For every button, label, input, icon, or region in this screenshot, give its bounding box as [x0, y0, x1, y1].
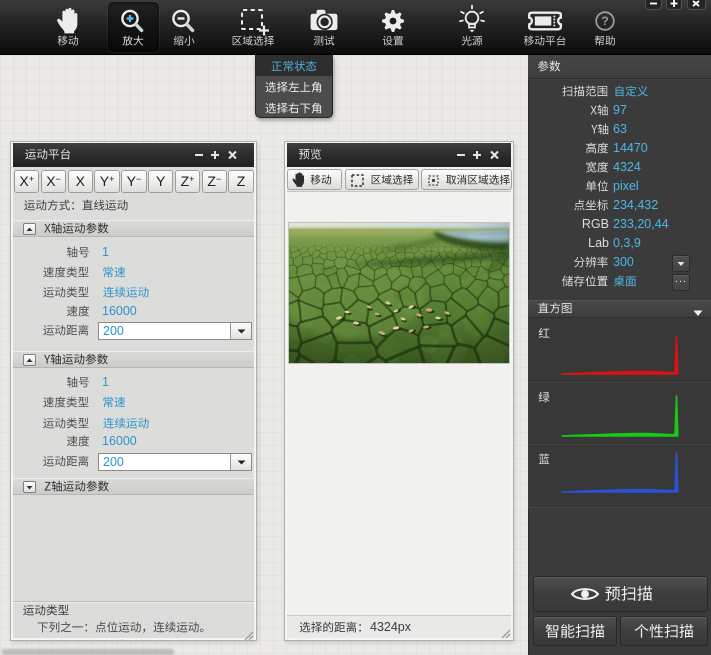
svg-text:?: ?: [601, 14, 608, 28]
